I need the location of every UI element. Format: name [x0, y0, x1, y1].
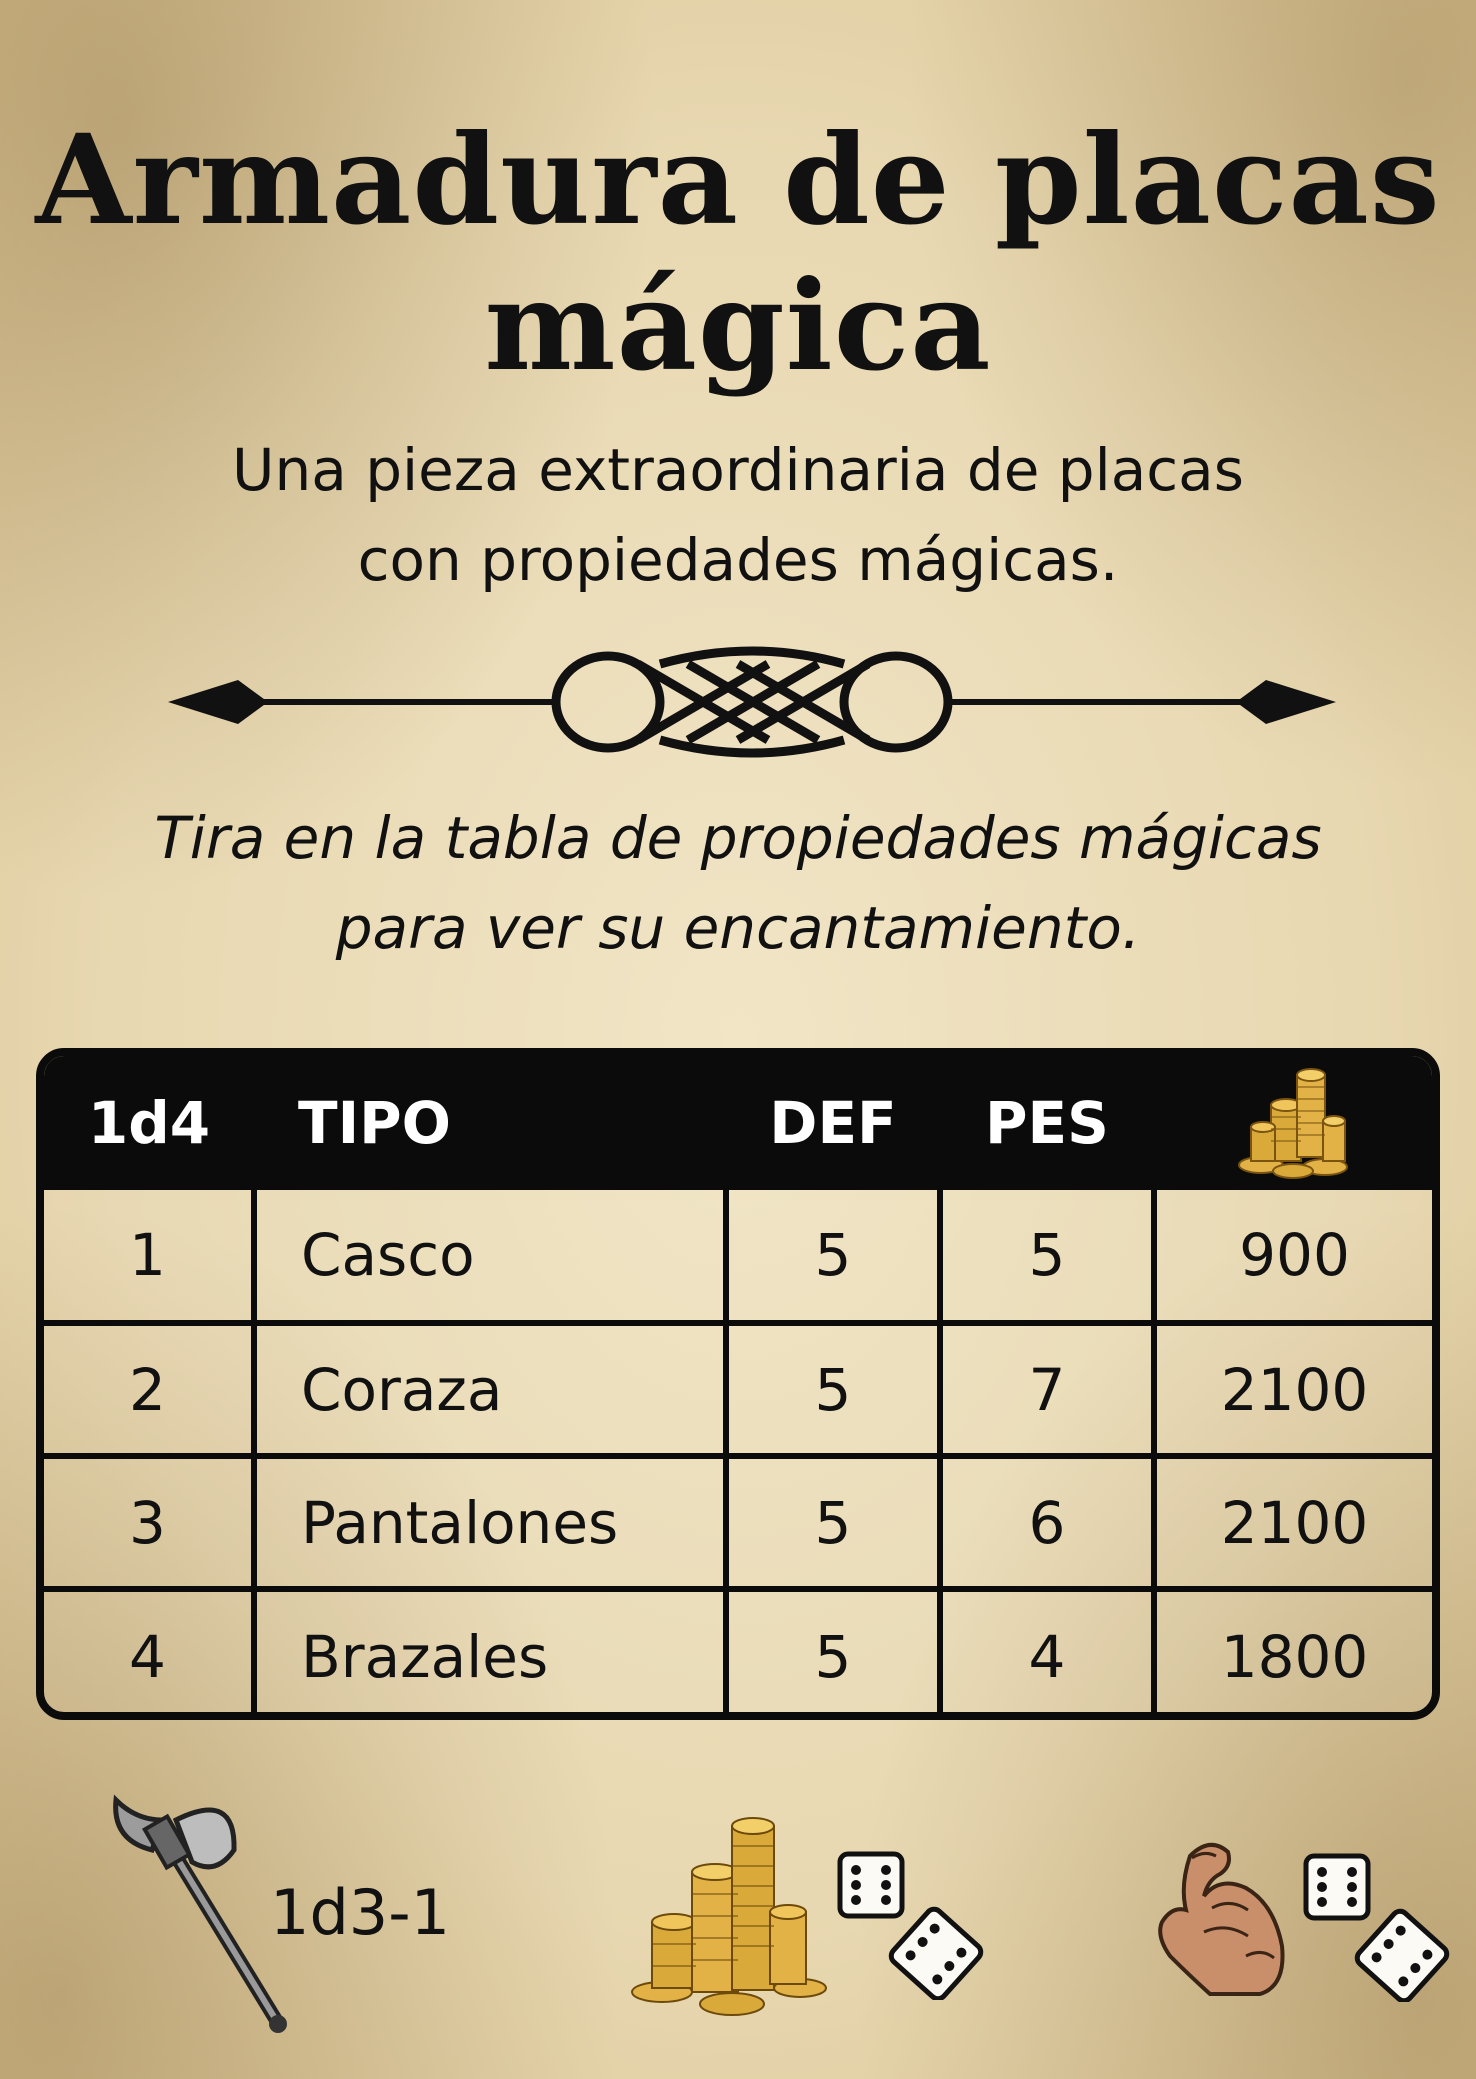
cell-pes: 7 — [937, 1320, 1157, 1459]
cell-price: 900 — [1151, 1190, 1432, 1326]
cell-price: 1800 — [1151, 1586, 1432, 1712]
cell-def: 5 — [723, 1190, 943, 1326]
cell-roll: 1 — [44, 1190, 257, 1326]
cell-price: 2100 — [1151, 1453, 1432, 1592]
damage-value: 1d3-1 — [270, 1876, 451, 1949]
roll-instruction: Tira en la tabla de propiedades mágicas … — [0, 793, 1476, 973]
cell-pes: 5 — [937, 1190, 1157, 1326]
table-row: 1 Casco 5 5 900 — [44, 1190, 1432, 1326]
card-title: Armadura de placas mágica — [0, 108, 1476, 400]
header-def: DEF — [769, 1089, 897, 1157]
cell-type: Casco — [251, 1190, 729, 1326]
armor-table-grid: 1d4 TIPO DEF PES 1 Casco 5 5 900 2 Coraz… — [44, 1056, 1432, 1712]
table-header-row: 1d4 TIPO DEF PES — [44, 1056, 1432, 1190]
cell-roll: 3 — [44, 1453, 257, 1592]
cell-type: Coraza — [251, 1320, 729, 1459]
cell-type: Brazales — [251, 1586, 729, 1712]
table-row: 4 Brazales 5 4 1800 — [44, 1586, 1432, 1712]
table-row: 3 Pantalones 5 6 2100 — [44, 1453, 1432, 1592]
cell-roll: 2 — [44, 1320, 257, 1459]
battle-axe-icon — [113, 1794, 287, 2033]
cell-pes: 6 — [937, 1453, 1157, 1592]
cell-pes: 4 — [937, 1586, 1157, 1712]
instruction-line-2: para ver su encantamiento. — [335, 894, 1141, 962]
cell-def: 5 — [723, 1586, 943, 1712]
dice-icon — [837, 1851, 984, 2000]
cell-def: 5 — [723, 1453, 943, 1592]
card-subtitle: Una pieza extraordinaria de placas con p… — [0, 425, 1476, 605]
cell-price: 2100 — [1151, 1320, 1432, 1459]
instruction-line-1: Tira en la tabla de propiedades mágicas — [154, 804, 1322, 872]
dice-icon — [1303, 1853, 1450, 2002]
gold-coins-icon — [631, 1817, 827, 2016]
title-line-2: mágica — [484, 254, 992, 399]
header-pes: PES — [985, 1089, 1109, 1157]
cell-def: 5 — [723, 1320, 943, 1459]
cell-roll: 4 — [44, 1586, 257, 1712]
title-line-1: Armadura de placas — [35, 108, 1441, 253]
header-roll: 1d4 — [87, 1089, 211, 1157]
header-type: TIPO — [298, 1089, 451, 1157]
subtitle-line-2: con propiedades mágicas. — [357, 526, 1119, 594]
cell-type: Pantalones — [251, 1453, 729, 1592]
subtitle-line-1: Una pieza extraordinaria de placas — [232, 436, 1244, 504]
flexed-arm-icon — [1158, 1843, 1285, 1996]
ornament-divider-icon — [168, 646, 1336, 758]
header-price — [1154, 1056, 1432, 1190]
gold-coins-icon — [1238, 1068, 1348, 1179]
armor-table: 1d4 TIPO DEF PES 1 Casco 5 5 900 2 Coraz… — [36, 1048, 1440, 1720]
table-row: 2 Coraza 5 7 2100 — [44, 1320, 1432, 1459]
